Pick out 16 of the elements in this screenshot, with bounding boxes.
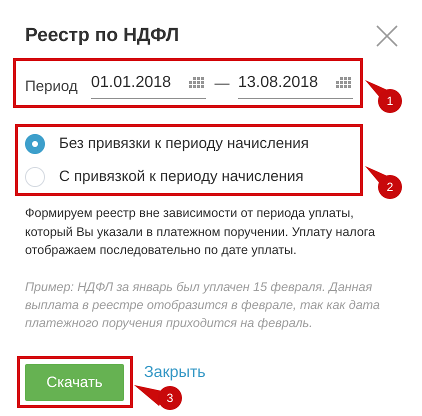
callout-badge: 3 — [158, 386, 182, 410]
radio-button[interactable] — [25, 134, 45, 154]
radio-label[interactable]: Без привязки к периоду начисления — [59, 135, 309, 152]
date-value: 13.08.2018 — [238, 74, 318, 92]
example-text: Пример: НДФЛ за январь был уплачен 15 февраля. Данная выплата в реестре отобразится в феврале, так как дата платежного поручения приходится на февраль. — [25, 278, 381, 332]
description-text: Формируем реестр вне зависимости от периода уплаты, который Вы указали в платежном поручении. Уплату налога отображаем последовательно по дате уплаты. — [25, 205, 376, 259]
date-value: 01.01.2018 — [91, 74, 172, 92]
callout-badge: 1 — [378, 89, 402, 113]
calendar-icon[interactable] — [336, 77, 351, 88]
radio-label[interactable]: С привязкой к периоду начисления — [59, 168, 304, 185]
calendar-icon[interactable] — [189, 77, 204, 88]
period-label: Период — [25, 78, 79, 94]
close-icon[interactable] — [376, 25, 398, 47]
dialog-title: Реестр по НДФЛ — [25, 25, 180, 47]
callout-badge: 2 — [378, 175, 402, 199]
date-separator: — — [214, 74, 230, 92]
